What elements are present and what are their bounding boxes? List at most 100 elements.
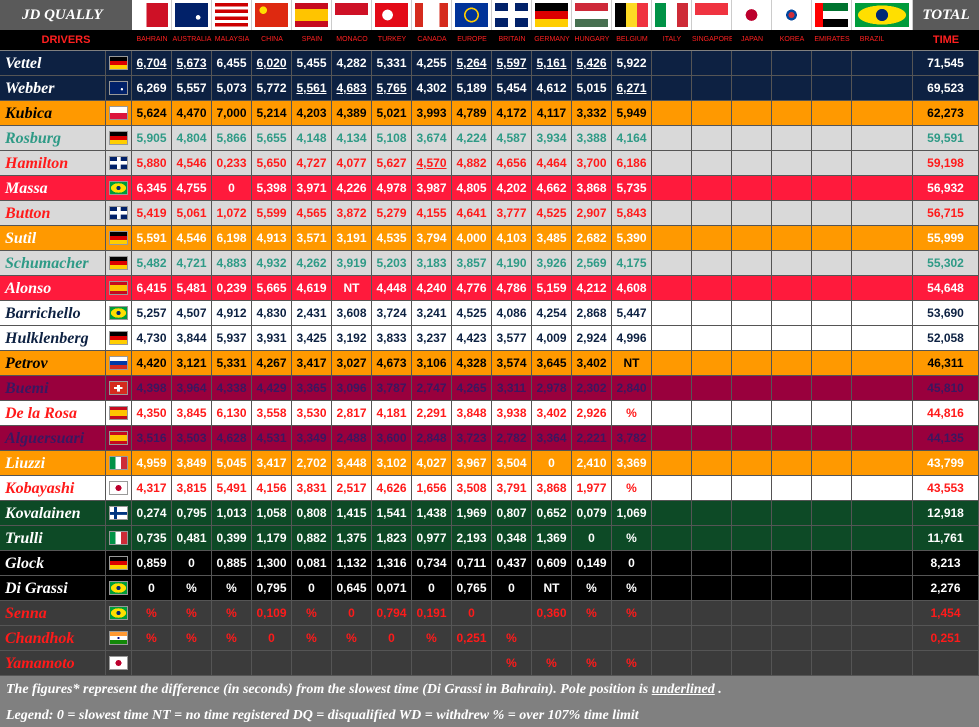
time-cell: 0 — [332, 601, 372, 626]
time-cell: % — [172, 576, 212, 601]
time-cell — [812, 451, 852, 476]
italy-flag-icon — [109, 456, 128, 470]
table-title: JD QUALLY — [0, 0, 132, 30]
time-cell — [852, 151, 913, 176]
time-cell: 2,702 — [292, 451, 332, 476]
time-cell: 4,641 — [452, 201, 492, 226]
time-cell — [772, 301, 812, 326]
time-cell: 4,175 — [612, 251, 652, 276]
brazil-header-flag-icon — [852, 0, 913, 30]
time-cell: 5,214 — [252, 101, 292, 126]
time-cell: 4,302 — [412, 76, 452, 101]
time-cell — [772, 351, 812, 376]
time-cell — [692, 251, 732, 276]
driver-row: Alonso 6,415 5,481 0,239 5,665 4,619 NT 4,448 4,… — [0, 276, 979, 301]
time-cell: 4,203 — [292, 101, 332, 126]
time-cell: 1,541 — [372, 501, 412, 526]
time-cell: 4,619 — [292, 276, 332, 301]
time-cell: 3,417 — [252, 451, 292, 476]
germany-flag-icon — [109, 331, 128, 345]
time-cell: 4,535 — [372, 226, 412, 251]
time-cell — [652, 626, 692, 651]
driver-row: Di Grassi 0%% 0,795 0 0,645 0,071 0 0,765 0 NT%% 2… — [0, 576, 979, 601]
driver-row: Buemi 4,398 3,964 4,338 4,429 3,365 3,096 3,787… — [0, 376, 979, 401]
race-label: AUSTRALIA — [172, 36, 212, 43]
time-cell: 3,723 — [452, 426, 492, 451]
time-cell — [852, 501, 913, 526]
time-cell: 0,274 — [132, 501, 172, 526]
time-cell — [652, 176, 692, 201]
driver-row: Petrov 4,420 3,121 5,331 4,267 3,417 3,027 4,67… — [0, 351, 979, 376]
time-cell: % — [172, 601, 212, 626]
time-cell: 5,045 — [212, 451, 252, 476]
time-cell: 2,517 — [332, 476, 372, 501]
singapore-header-flag-icon — [692, 0, 732, 30]
time-cell: 4,224 — [452, 126, 492, 151]
time-cell: 3,332 — [572, 101, 612, 126]
malaysia-header-flag-icon — [212, 0, 252, 30]
time-cell: 2,488 — [332, 426, 372, 451]
time-cell: 6,345 — [132, 176, 172, 201]
time-cell: 3,571 — [292, 226, 332, 251]
australia-header-flag-icon — [172, 0, 212, 30]
time-cell: 4,255 — [412, 51, 452, 76]
time-cell: 4,626 — [372, 476, 412, 501]
time-cell: 3,027 — [332, 351, 372, 376]
time-cell — [692, 376, 732, 401]
time-cell: 0 — [212, 176, 252, 201]
canada-flag-icon — [415, 3, 448, 27]
time-cell: 3,993 — [412, 101, 452, 126]
time-cell — [772, 526, 812, 551]
driver-row: Rosburg 5,905 4,804 5,866 5,655 4,148 4,134 5,1… — [0, 126, 979, 151]
time-cell — [812, 126, 852, 151]
driver-name: Kobayashi — [0, 476, 106, 501]
time-cell: 4,546 — [172, 226, 212, 251]
time-cell — [852, 651, 913, 676]
time-cell: 1,179 — [252, 526, 292, 551]
time-cell: 5,905 — [132, 126, 172, 151]
time-cell — [692, 401, 732, 426]
time-cell — [652, 151, 692, 176]
time-cell: 3,183 — [412, 251, 452, 276]
time-cell: 4,350 — [132, 401, 172, 426]
total-time-cell: 56,932 — [913, 176, 979, 201]
time-cell: 0,645 — [332, 576, 372, 601]
time-cell: % — [612, 651, 652, 676]
time-cell: 4,959 — [132, 451, 172, 476]
time-cell — [652, 276, 692, 301]
time-cell — [812, 276, 852, 301]
time-cell: 0,109 — [252, 601, 292, 626]
time-cell: 3,425 — [292, 326, 332, 351]
driver-flag-cell — [106, 501, 132, 526]
time-cell: 1,132 — [332, 551, 372, 576]
driver-name: Di Grassi — [0, 576, 106, 601]
total-time-cell: 0,251 — [913, 626, 979, 651]
time-cell: % — [492, 651, 532, 676]
driver-row: Kovalainen 0,274 0,795 1,013 1,058 0,808 1,415… — [0, 501, 979, 526]
time-cell: 5,398 — [252, 176, 292, 201]
race-label: HUNGARY — [574, 36, 610, 43]
time-cell — [652, 51, 692, 76]
total-time-cell — [913, 651, 979, 676]
time-cell — [852, 526, 913, 551]
time-cell: 4,226 — [332, 176, 372, 201]
time-cell: 0 — [252, 626, 292, 651]
time-cell: 4,190 — [492, 251, 532, 276]
time-cell: 2,924 — [572, 326, 612, 351]
time-cell — [652, 401, 692, 426]
time-cell: 4,730 — [132, 326, 172, 351]
time-cell: 4,608 — [612, 276, 652, 301]
time-cell — [652, 476, 692, 501]
time-cell: 5,561 — [292, 76, 332, 101]
time-cell — [852, 601, 913, 626]
time-cell — [652, 301, 692, 326]
time-cell — [852, 101, 913, 126]
time-cell — [772, 126, 812, 151]
time-cell: 4,117 — [532, 101, 572, 126]
korea-flag-icon — [775, 3, 808, 27]
total-time-cell: 69,523 — [913, 76, 979, 101]
time-cell — [852, 401, 913, 426]
time-cell: 5,159 — [532, 276, 572, 301]
time-cell — [732, 376, 772, 401]
time-cell — [772, 276, 812, 301]
